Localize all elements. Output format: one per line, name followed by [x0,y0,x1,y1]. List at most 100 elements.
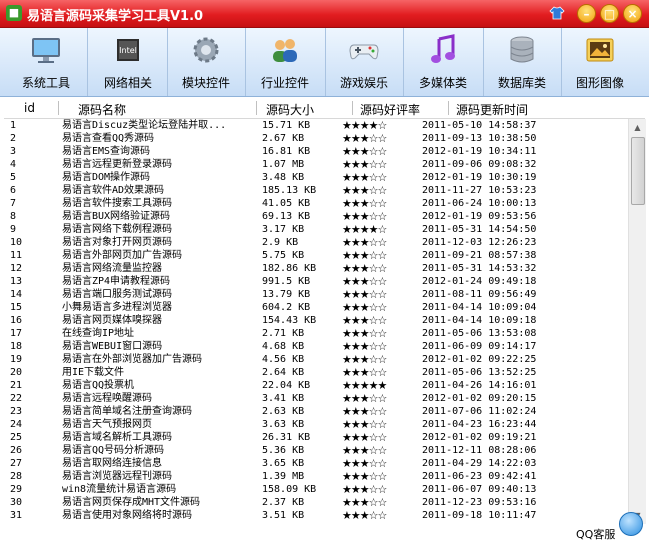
toolbar-games[interactable]: 游戏娱乐 [325,28,403,96]
column-header-id[interactable]: id [24,101,35,115]
cell-id: 28 [10,471,23,482]
table-row[interactable]: 5 易语言DOM操作源码 3.48 KB ★★★☆☆ 2012-01-19 10:30:… [4,171,627,184]
cell-name: 在线查询IP地址 [62,328,135,339]
table-row[interactable]: 23 易语言简单域名注册查询源码 2.63 KB ★★★☆☆ 2011-07-06 11… [4,405,627,418]
vertical-scrollbar[interactable]: ▲ ▼ [628,119,646,524]
cell-updated: 2011-05-10 14:58:37 [422,120,537,131]
cell-id: 24 [10,419,23,430]
toolbar-database[interactable]: 数据库类 [483,28,561,96]
cell-name: 易语言天气预报网页 [62,419,152,430]
column-header-name[interactable]: 源码名称 [78,101,126,118]
cell-size: 1.07 MB [262,159,305,170]
cell-rating: ★★★☆☆ [342,236,387,249]
scrollbar-thumb[interactable] [631,137,645,205]
table-row[interactable]: 8 易语言BUX网络验证源码 69.13 KB ★★★☆☆ 2012-01-19 09:… [4,210,627,223]
toolbar-system-tools[interactable]: 系统工具 [7,28,85,96]
cell-id: 23 [10,406,23,417]
table-row[interactable]: 3 易语言EMS查询源码 16.81 KB ★★★☆☆ 2012-01-19 10:34… [4,145,627,158]
toolbar-industry[interactable]: 行业控件 [246,28,324,96]
column-divider[interactable] [448,101,449,115]
cell-size: 158.09 KB [262,484,317,495]
cell-updated: 2011-06-09 09:14:17 [422,341,537,352]
maximize-button[interactable]: □ [600,4,619,23]
cell-rating: ★★★☆☆ [342,210,387,223]
scroll-up-arrow-icon[interactable]: ▲ [630,120,645,135]
svg-text:Intel: Intel [119,46,137,55]
cell-name: 易语言取网络连接信息 [62,458,162,469]
table-row[interactable]: 9 易语言网络下载例程源码 3.17 KB ★★★★☆ 2011-05-31 14:54… [4,223,627,236]
toolbar-graphics[interactable]: 图形图像 [561,28,639,96]
table-row[interactable]: 26 易语言QQ号码分析源码 5.36 KB ★★★☆☆ 2011-12-11 08:2… [4,444,627,457]
cell-rating: ★★★☆☆ [342,483,387,496]
table-row[interactable]: 27 易语言取网络连接信息 3.65 KB ★★★☆☆ 2011-04-29 14:22… [4,457,627,470]
column-header-updated[interactable]: 源码更新时间 [456,101,528,118]
cell-size: 604.2 KB [262,302,311,313]
cell-name: 易语言使用对象网络将时源码 [62,510,192,521]
table-row[interactable]: 22 易语言远程唤醒源码 3.41 KB ★★★☆☆ 2012-01-02 09:20:… [4,392,627,405]
cell-size: 5.75 KB [262,250,305,261]
qq-service-label[interactable]: QQ客服 [576,526,615,542]
table-row[interactable]: 4 易语言远程更新登录源码 1.07 MB ★★★☆☆ 2011-09-06 09:08… [4,158,627,171]
toolbar-label: 数据库类 [497,76,546,90]
cell-id: 30 [10,497,23,508]
table-row[interactable]: 28 易语言浏览器远程刊源码 1.39 MB ★★★☆☆ 2011-06-23 09:4… [4,470,627,483]
cell-size: 2.64 KB [262,367,305,378]
cell-id: 20 [10,367,23,378]
column-header-size[interactable]: 源码大小 [266,101,314,118]
toolbar-network[interactable]: Intel 网络相关 [89,28,167,96]
table-row[interactable]: 30 易语言网页保存成MHT文件源码 2.37 KB ★★★☆☆ 2011-12-23 … [4,496,627,509]
close-button[interactable]: × [623,4,642,23]
table-row[interactable]: 2 易语言查看QQ秀源码 2.67 KB ★★★☆☆ 2011-09-13 10:38:… [4,132,627,145]
cell-name: 易语言端口服务测试源码 [62,289,172,300]
minimize-button[interactable]: – [577,4,596,23]
cell-id: 16 [10,315,23,326]
qq-service-icon[interactable] [619,512,643,536]
table-row[interactable]: 31 易语言使用对象网络将时源码 3.51 KB ★★★☆☆ 2011-09-18 10… [4,509,627,522]
table-row[interactable]: 24 易语言天气预报网页 3.63 KB ★★★☆☆ 2011-04-23 16:23:… [4,418,627,431]
column-divider[interactable] [58,101,59,115]
cell-size: 154.43 KB [262,315,317,326]
cell-rating: ★★★☆☆ [342,197,387,210]
table-row[interactable]: 16 易语言网页媒体嗅探器 154.43 KB ★★★☆☆ 2011-04-14 10:… [4,314,627,327]
table-row[interactable]: 1 易语言Discuz类型论坛登陆并取... 15.71 KB ★★★★☆ 2011-0… [4,119,627,132]
table-row[interactable]: 29 win8流量统计易语言源码 158.09 KB ★★★☆☆ 2011-06-07 … [4,483,627,496]
title-bar[interactable]: ■ 易语言源码采集学习工具V1.0 – □ × [0,0,649,28]
column-divider[interactable] [352,101,353,115]
cell-name: 易语言QQ号码分析源码 [62,445,165,456]
toolbar-multimedia[interactable]: 多媒体类 [404,28,482,96]
cell-id: 13 [10,276,23,287]
cell-updated: 2012-01-19 09:53:56 [422,211,537,222]
column-divider[interactable] [256,101,257,115]
cell-id: 2 [10,133,17,144]
cell-rating: ★★★☆☆ [342,470,387,483]
table-row[interactable]: 17 在线查询IP地址 2.71 KB ★★★☆☆ 2011-05-06 13:53:0… [4,327,627,340]
chip-icon: Intel [117,39,139,61]
column-header-rating[interactable]: 源码好评率 [360,101,420,118]
cell-id: 7 [10,198,17,209]
table-row[interactable]: 10 易语言对象打开网页源码 2.9 KB ★★★☆☆ 2011-12-03 12:26… [4,236,627,249]
cell-name: 用IE下载文件 [62,367,125,378]
cell-rating: ★★★☆☆ [342,301,387,314]
toolbar-modules[interactable]: 模块控件 [167,28,245,96]
table-row[interactable]: 11 易语言外部网页加广告源码 5.75 KB ★★★☆☆ 2011-09-21 08:… [4,249,627,262]
table-row[interactable]: 12 易语言网络流量监控器 182.86 KB ★★★☆☆ 2011-05-31 14:… [4,262,627,275]
table-row[interactable]: 6 易语言软件AD效果源码 185.13 KB ★★★☆☆ 2011-11-27 10:… [4,184,627,197]
table-row[interactable]: 15 小舞易语言多进程浏览器 604.2 KB ★★★☆☆ 2011-04-14 10:… [4,301,627,314]
skin-shirt-icon[interactable] [548,5,566,23]
table-row[interactable]: 13 易语言ZP4申请教程源码 991.5 KB ★★★☆☆ 2012-01-24 09… [4,275,627,288]
table-row[interactable]: 19 易语言在外部浏览器加广告源码 4.56 KB ★★★☆☆ 2012-01-02 0… [4,353,627,366]
cell-name: 易语言远程更新登录源码 [62,159,172,170]
table-row[interactable]: 20 用IE下载文件 2.64 KB ★★★☆☆ 2011-05-06 13:52:25 [4,366,627,379]
gamepad-icon [349,44,379,60]
table-row[interactable]: 18 易语言WEBUI窗口源码 4.68 KB ★★★☆☆ 2011-06-09 09:… [4,340,627,353]
picture-icon [586,38,614,62]
cell-rating: ★★★☆☆ [342,353,387,366]
table-row[interactable]: 14 易语言端口服务测试源码 13.79 KB ★★★☆☆ 2011-08-11 09:… [4,288,627,301]
cell-size: 182.86 KB [262,263,317,274]
cell-rating: ★★★★☆ [342,223,387,236]
table-row[interactable]: 7 易语言软件搜索工具源码 41.05 KB ★★★☆☆ 2011-06-24 10:0… [4,197,627,210]
cell-size: 69.13 KB [262,211,311,222]
toolbar-label: 行业控件 [260,76,309,90]
table-row[interactable]: 21 易语言QQ投票机 22.04 KB ★★★★★ 2011-04-26 14:16:… [4,379,627,392]
table-row[interactable]: 25 易语言域名解析工具源码 26.31 KB ★★★☆☆ 2012-01-02 09:… [4,431,627,444]
